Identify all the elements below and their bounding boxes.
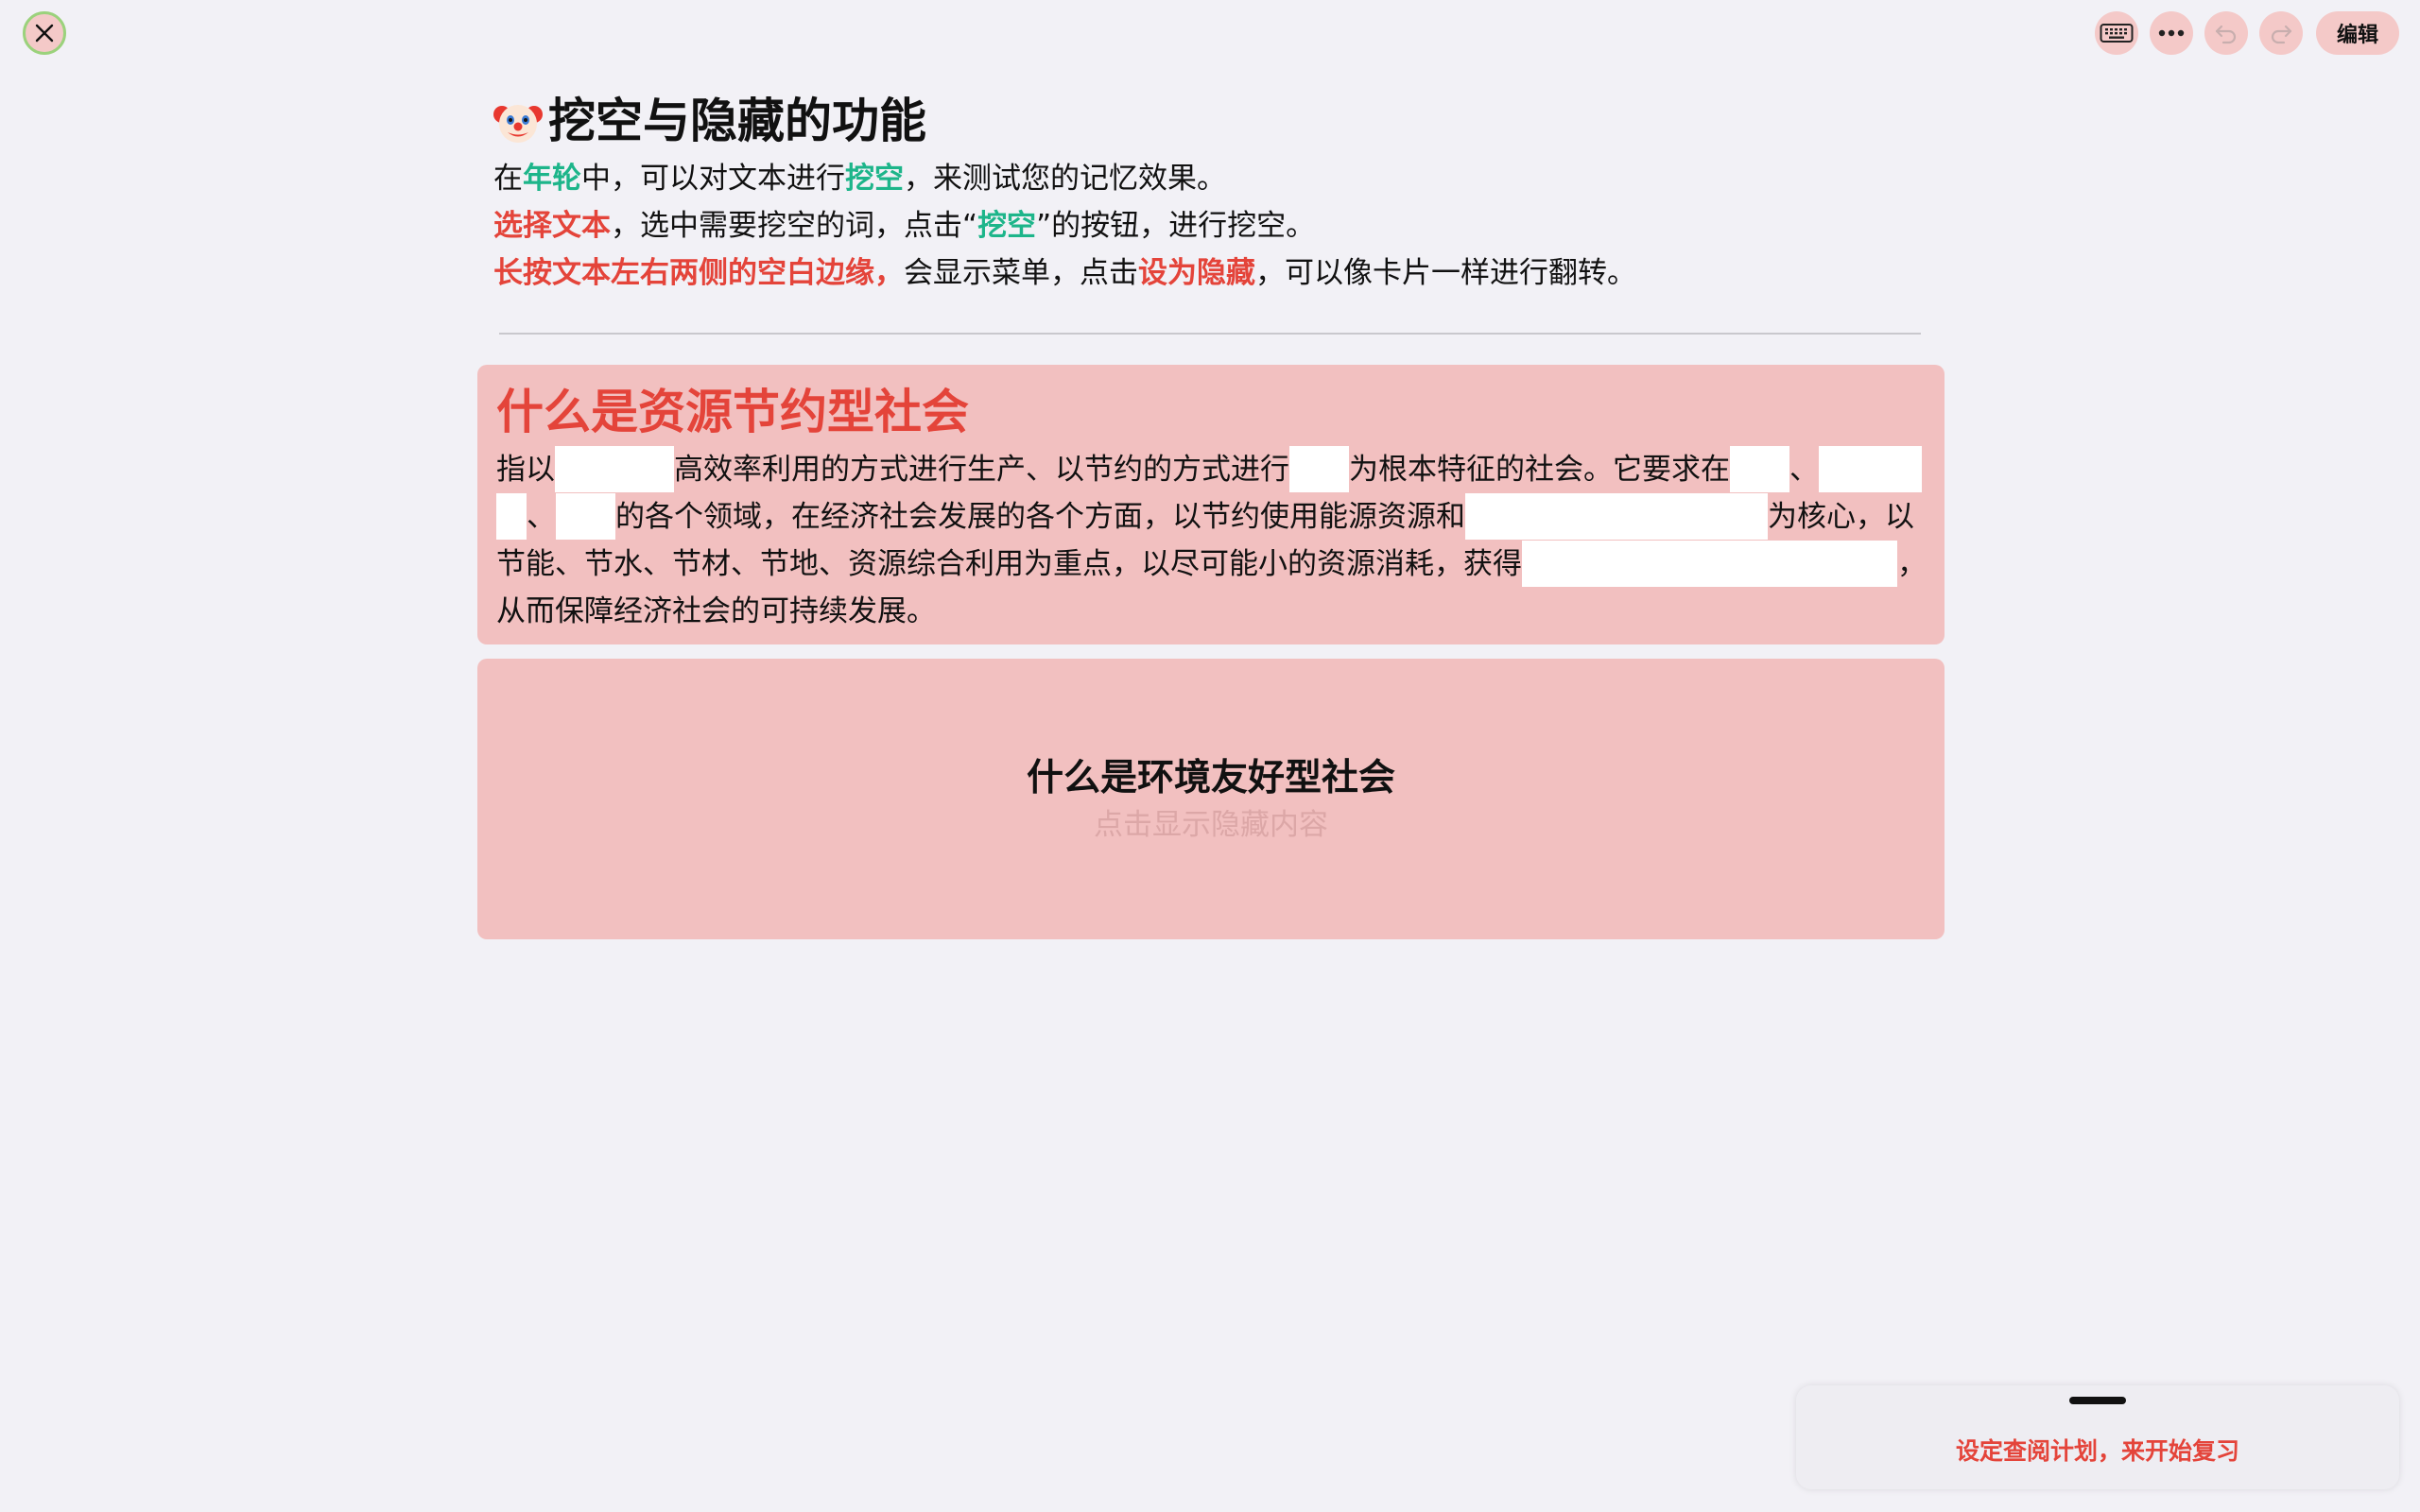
cloze-card-title: 什么是资源节约型社会 <box>496 385 969 439</box>
app-name-highlight: 年轮 <box>523 162 581 196</box>
reveal-hint: 点击显示隐藏内容 <box>1094 807 1328 842</box>
cloze-blank[interactable] <box>1289 446 1349 492</box>
keyboard-button[interactable] <box>2094 11 2138 55</box>
intro-title-row: 挖空与隐藏的功能 <box>493 87 1930 155</box>
undo-icon <box>2215 25 2237 44</box>
edit-button[interactable]: 编辑 <box>2315 11 2399 55</box>
cloze-blank[interactable] <box>555 446 674 492</box>
intro-line-2: 选择文本，选中需要挖空的词，点击“挖空”的按钮，进行挖空。 <box>493 202 1930 249</box>
intro-text: ，来测试您的记忆效果。 <box>904 162 1226 196</box>
select-text-highlight: 选择文本 <box>493 209 611 243</box>
intro-text: ，选中需要挖空的词，点击“ <box>611 209 978 243</box>
cloze-keyword: 挖空 <box>977 209 1037 243</box>
card-text: 、 <box>527 500 556 534</box>
hidden-card[interactable]: 什么是环境友好型社会 点击显示隐藏内容 <box>477 659 1945 939</box>
redo-icon <box>2271 25 2292 44</box>
intro-text: 中，可以对文本进行 <box>581 162 845 196</box>
divider <box>499 333 1921 335</box>
cloze-blank[interactable] <box>556 493 615 540</box>
cloze-blank[interactable] <box>1730 446 1789 492</box>
cloze-keyword: 挖空 <box>845 162 904 196</box>
card-text: 的各个领域，在经济社会发展的各个方面，以节约使用能源资源和 <box>615 500 1465 534</box>
cloze-blank[interactable] <box>1465 493 1768 540</box>
card-text: 指以 <box>496 453 555 487</box>
cloze-blank[interactable] <box>1867 541 1897 587</box>
review-plan-sheet[interactable]: 设定查阅计划，来开始复习 <box>1796 1385 2399 1489</box>
close-button[interactable] <box>23 11 66 55</box>
toolbar: 编辑 <box>2094 11 2399 55</box>
set-hidden-highlight: 设为隐藏 <box>1138 256 1255 290</box>
review-plan-button[interactable]: 设定查阅计划，来开始复习 <box>1956 1433 2239 1467</box>
intro-text: 在 <box>493 162 523 196</box>
long-press-highlight: 长按文本左右两侧的空白边缘， <box>493 256 904 290</box>
cloze-blank[interactable] <box>1522 541 1867 587</box>
redo-button[interactable] <box>2258 11 2303 55</box>
more-button[interactable] <box>2149 11 2193 55</box>
cloze-blank[interactable] <box>496 493 527 540</box>
intro-text: ”的按钮，进行挖空。 <box>1036 209 1316 243</box>
cloze-blank[interactable] <box>1819 446 1849 492</box>
cloze-card-body: 指以 高效率利用的方式进行生产、以节约的方式进行 为根本特征的社会。它要求在、、 的各… <box>496 446 1929 635</box>
cloze-card[interactable]: 什么是资源节约型社会 指以 高效率利用的方式进行生产、以节约的方式进行 为根本特征的… <box>477 365 1945 644</box>
clown-emoji-icon <box>493 105 543 143</box>
more-icon <box>2158 29 2185 37</box>
card-text: 为根本特征的社会。它要求在 <box>1349 453 1730 487</box>
sheet-grabber[interactable] <box>2069 1397 2126 1404</box>
intro-section: 挖空与隐藏的功能 在年轮中，可以对文本进行挖空，来测试您的记忆效果。 选择文本，… <box>493 87 1930 297</box>
cloze-blank[interactable] <box>1849 446 1922 492</box>
intro-line-3: 长按文本左右两侧的空白边缘，会显示菜单，点击设为隐藏，可以像卡片一样进行翻转。 <box>493 249 1930 297</box>
intro-text: ，可以像卡片一样进行翻转。 <box>1255 256 1636 290</box>
page-title: 挖空与隐藏的功能 <box>548 94 926 148</box>
card-text: 高效率利用的方式进行生产、以节约的方式进行 <box>674 453 1289 487</box>
undo-button[interactable] <box>2204 11 2248 55</box>
close-icon <box>35 24 54 43</box>
hidden-card-title: 什么是环境友好型社会 <box>1026 756 1395 799</box>
intro-text: 会显示菜单，点击 <box>904 256 1138 290</box>
intro-line-1: 在年轮中，可以对文本进行挖空，来测试您的记忆效果。 <box>493 155 1930 202</box>
card-text: 、 <box>1789 453 1819 487</box>
keyboard-icon <box>2100 24 2134 43</box>
